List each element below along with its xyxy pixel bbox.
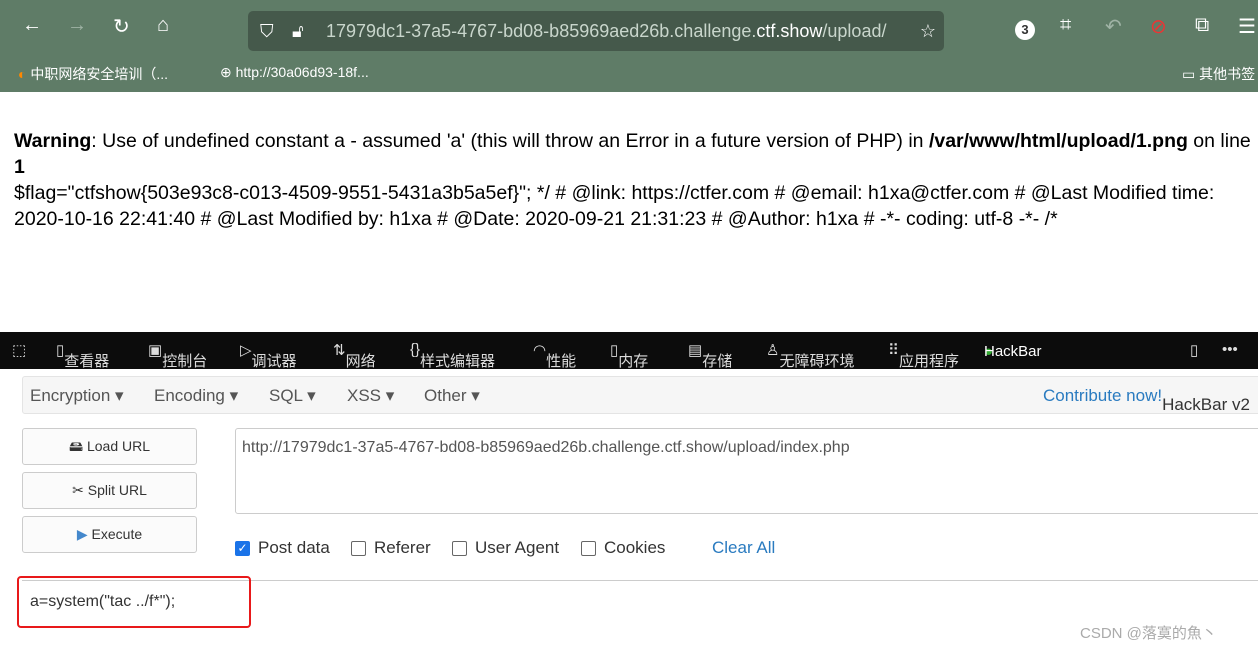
watermark: CSDN @落寞的魚丶 xyxy=(1080,625,1217,642)
devtools-tabbar: ⬚ ▯ 查看器 ▣ 控制台 ▷ 调试器 ⇅ 网络 {} 样式编辑器 ◠ 性能 ▯… xyxy=(0,332,1258,370)
tab-inspector[interactable]: ▯ 查看器 xyxy=(56,341,109,370)
menu-sql[interactable]: SQL ▾ xyxy=(269,386,316,406)
tab-storage[interactable]: ▤ 存储 xyxy=(688,341,732,370)
home-icon[interactable]: ⌂ xyxy=(157,14,169,37)
play-icon: ▶ xyxy=(76,526,88,542)
tab-accessibility[interactable]: ♙ 无障碍环境 xyxy=(766,341,854,370)
hackbar-version: HackBar v2 xyxy=(1162,395,1250,414)
tab-debugger[interactable]: ▷ 调试器 xyxy=(240,341,297,370)
tab-console[interactable]: ▣ 控制台 xyxy=(148,341,207,370)
clear-all-link[interactable]: Clear All xyxy=(712,538,775,558)
browser-toolbar: ← → ↻ ⌂ ⛉ 🔓︎ 17979dc1-37a5-4767-bd08-b8596… xyxy=(0,0,1258,92)
blocked-extension-icon[interactable]: ⊘ xyxy=(1150,14,1167,39)
shield-icon: ⛉ xyxy=(260,21,274,41)
crop-icon[interactable]: ⌗ xyxy=(1060,14,1071,37)
tab-application[interactable]: ⠿ 应用程序 xyxy=(888,341,959,370)
menu-icon[interactable]: ☰ xyxy=(1238,14,1256,39)
star-icon[interactable]: ☆ xyxy=(915,11,936,51)
back-icon[interactable]: ← xyxy=(22,14,42,37)
user-agent-checkbox[interactable]: User Agent xyxy=(452,538,559,558)
on-line-text: on line xyxy=(1187,130,1251,152)
address-bar[interactable]: ⛉ 🔓︎ 17979dc1-37a5-4767-bd08-b85969aed26b.… xyxy=(248,11,944,51)
folder-icon: ▭ xyxy=(1182,66,1196,82)
post-data-checkbox[interactable]: ✓ Post data xyxy=(235,538,330,558)
warning-label: Warning xyxy=(14,130,92,152)
referer-checkbox[interactable]: Referer xyxy=(351,538,431,558)
highlight-box xyxy=(17,576,251,628)
globe-icon: ⊕ xyxy=(220,64,232,80)
hackbar-menu: Encryption ▾ Encoding ▾ SQL ▾ XSS ▾ Othe… xyxy=(22,376,1258,414)
bookmark-1[interactable]: ◐ 中职网络安全培训（... xyxy=(18,64,168,84)
split-url-button[interactable]: ✂ Split URL xyxy=(22,472,197,509)
menu-encryption[interactable]: Encryption ▾ xyxy=(30,386,124,406)
line-number: 1 xyxy=(14,156,25,178)
reload-icon[interactable]: ↻ xyxy=(113,14,130,39)
more-icon[interactable]: ••• xyxy=(1222,341,1238,358)
extension-badge[interactable]: 3 xyxy=(1015,20,1035,40)
url-path: /upload/ xyxy=(822,21,887,41)
url-host: 17979dc1-37a5-4767-bd08-b85969aed26b.cha… xyxy=(326,21,757,41)
tab-style-editor[interactable]: {} 样式编辑器 xyxy=(410,341,495,370)
flag-output: $flag="ctfshow{503e93c8-c013-4509-9551-5… xyxy=(14,182,1215,230)
tab-network[interactable]: ⇅ 网络 xyxy=(333,341,376,370)
page-content: Warning: Use of undefined constant a - a… xyxy=(14,128,1258,232)
bookmark-logo-icon: ◐ xyxy=(18,66,27,82)
warning-text: : Use of undefined constant a - assumed … xyxy=(91,130,929,152)
load-icon: 🖴︎ xyxy=(68,438,84,454)
undo-icon[interactable]: ↶ xyxy=(1105,14,1122,39)
cookies-checkbox[interactable]: Cookies xyxy=(581,538,665,558)
other-bookmarks[interactable]: ▭ 其他书签 xyxy=(1182,64,1255,84)
responsive-icon[interactable]: ▯ xyxy=(1190,341,1198,359)
scissors-icon: ✂ xyxy=(72,482,84,498)
tab-performance[interactable]: ◠ 性能 xyxy=(533,341,576,370)
contribute-link[interactable]: Contribute now! xyxy=(1043,386,1162,405)
checkmark-icon: ✓ xyxy=(235,540,250,556)
menu-other[interactable]: Other ▾ xyxy=(424,386,480,406)
url-domain: ctf.show xyxy=(756,21,823,41)
execute-button[interactable]: ▶ Execute xyxy=(22,516,197,553)
picker-icon[interactable]: ⬚ xyxy=(12,341,26,359)
warning-path: /var/www/html/upload/1.png xyxy=(928,130,1188,152)
url-textarea[interactable]: http://17979dc1-37a5-4767-bd08-b85969aed… xyxy=(235,428,1258,514)
extensions-icon[interactable]: ⧉ xyxy=(1195,14,1209,37)
insecure-lock-icon: 🔓︎ xyxy=(292,21,304,41)
load-url-button[interactable]: 🖴︎ Load URL xyxy=(22,428,197,465)
menu-xss[interactable]: XSS ▾ xyxy=(347,386,394,406)
tab-memory[interactable]: ▯ 内存 xyxy=(610,341,648,370)
bookmark-2[interactable]: ⊕ http://30a06d93-18f... xyxy=(220,64,369,81)
menu-encoding[interactable]: Encoding ▾ xyxy=(154,386,238,406)
forward-icon[interactable]: → xyxy=(67,14,87,37)
